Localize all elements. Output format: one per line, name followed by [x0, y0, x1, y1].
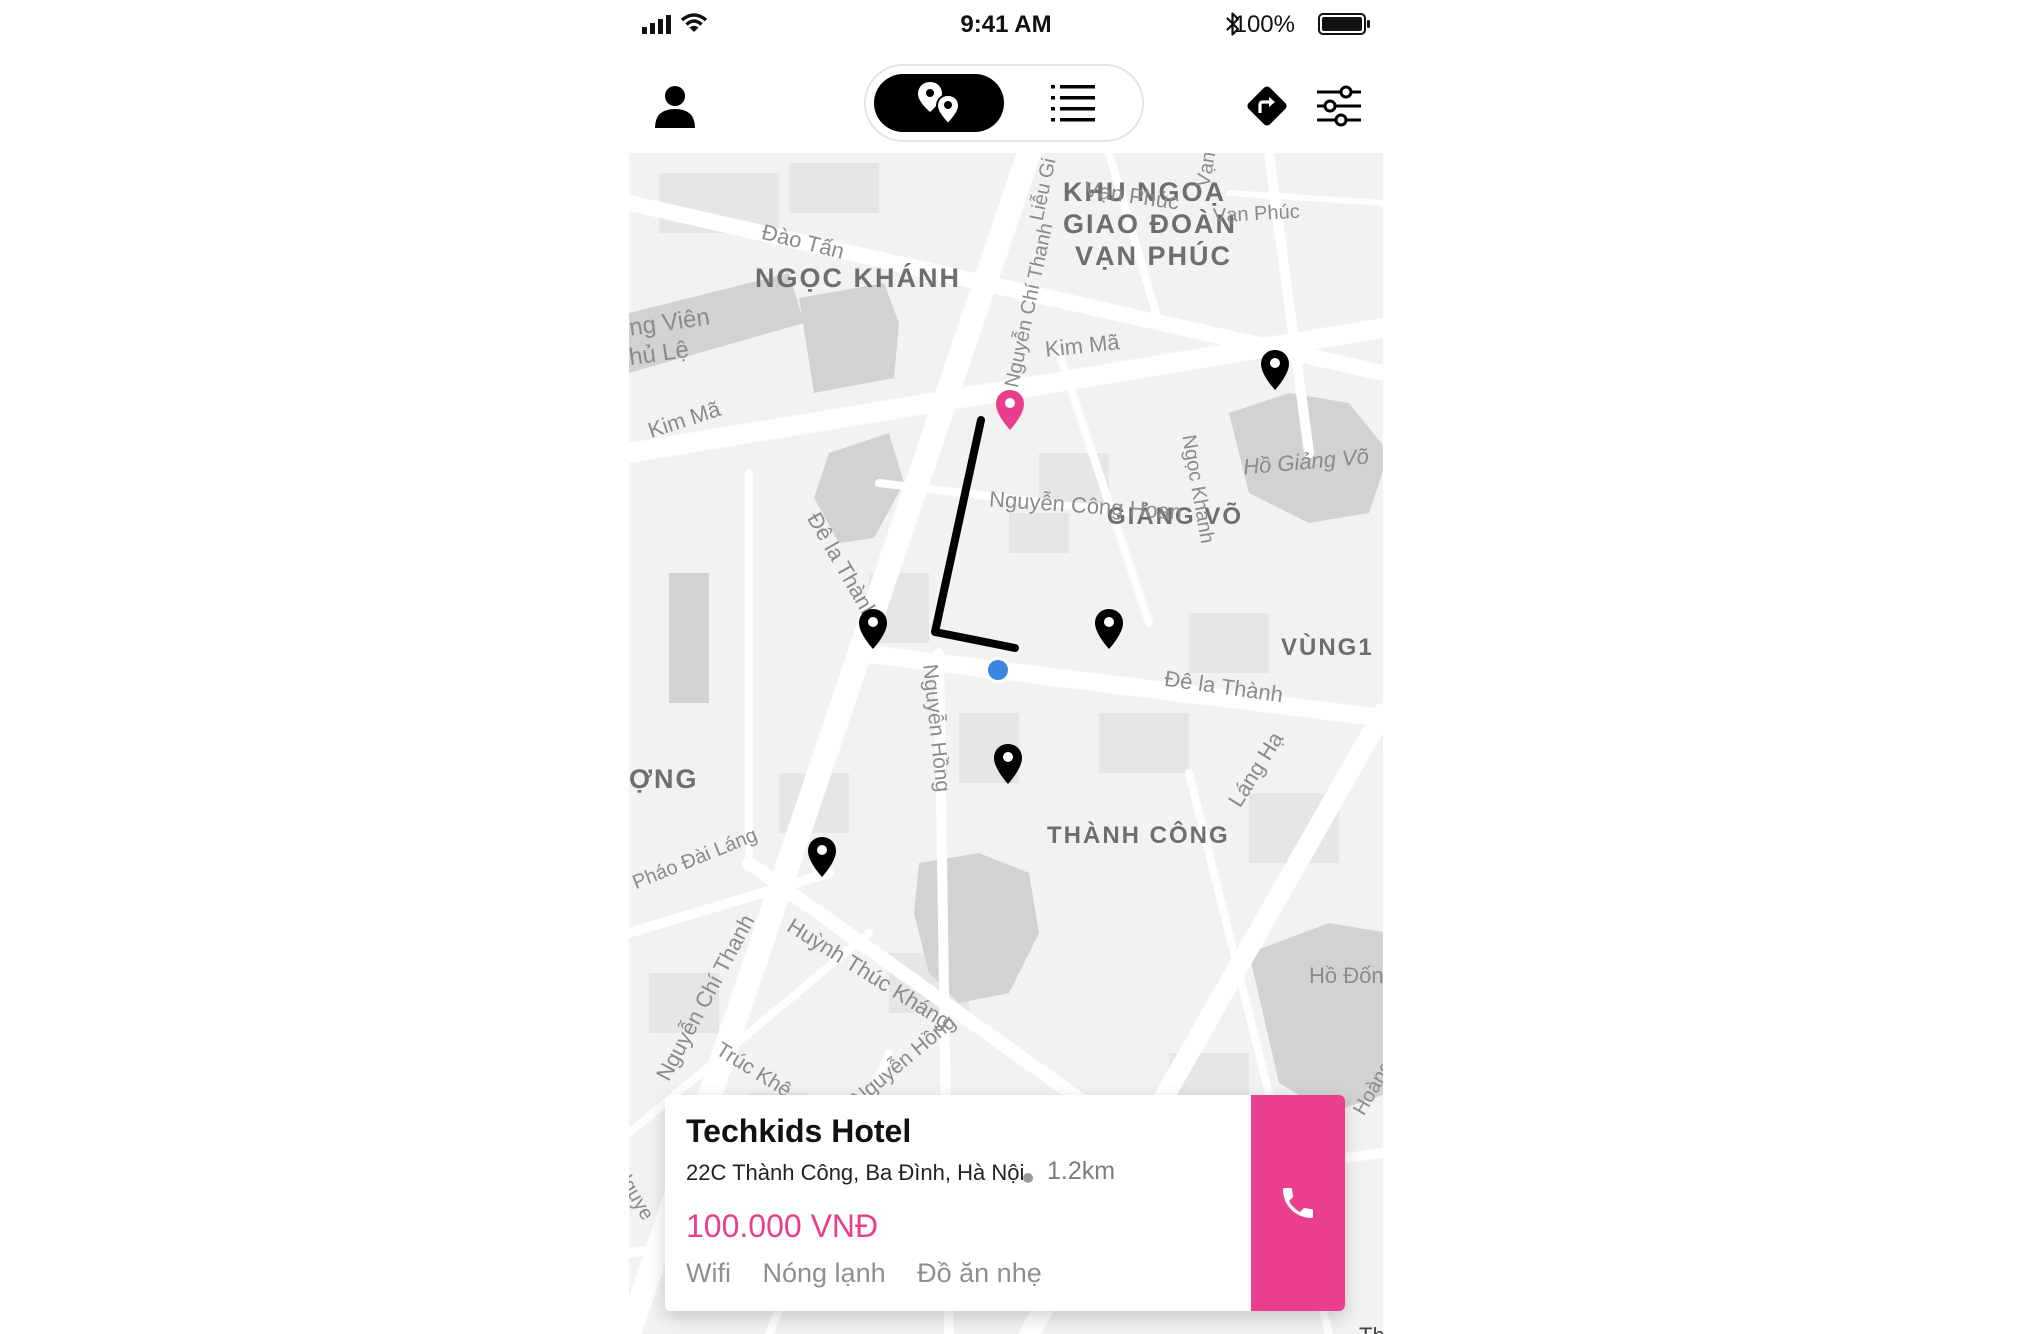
hotel-distance: 1.2km — [1047, 1157, 1116, 1185]
hotel-pin[interactable] — [1260, 349, 1290, 391]
person-icon — [655, 86, 695, 128]
amenity-item: Nóng lạnh — [762, 1258, 886, 1288]
hotel-name: Techkids Hotel — [686, 1113, 912, 1149]
phone-icon — [1283, 1188, 1313, 1218]
user-location-dot — [985, 657, 1011, 683]
directions-button[interactable] — [1241, 80, 1293, 132]
area-label: NGỌC KHÁNH — [755, 263, 961, 293]
top-navigation — [629, 52, 1383, 152]
area-label: VẠN PHÚC — [1075, 241, 1233, 271]
street-label: Vạn Phúc — [1212, 200, 1301, 228]
map-pins-icon — [918, 82, 961, 126]
hotel-card[interactable]: Techkids Hotel 22C Thành Công, Ba Đình, … — [665, 1095, 1345, 1311]
phone-screen: 9:41 AM 100% NGỌC KHÁNH KHU NGOẠ GIAO ĐO… — [629, 0, 1383, 1334]
hotel-pin[interactable] — [1094, 608, 1124, 650]
amenities-list: Wifi Nóng lạnh Đồ ăn nhẹ — [686, 1258, 1066, 1289]
list-view-tab[interactable] — [1008, 74, 1138, 132]
profile-button[interactable] — [641, 76, 709, 136]
street-label: Hồ Đống — [1309, 963, 1383, 988]
map-view-tab[interactable] — [874, 74, 1004, 132]
view-toggle — [864, 64, 1144, 142]
area-label: ỢNG — [629, 764, 699, 794]
directions-icon — [1247, 86, 1287, 126]
call-button[interactable] — [1251, 1095, 1345, 1311]
hotel-price: 100.000 VNĐ — [686, 1208, 879, 1244]
amenity-item: Đồ ăn nhẹ — [917, 1258, 1042, 1288]
hotel-pin[interactable] — [858, 608, 888, 650]
status-bar: 9:41 AM 100% — [629, 0, 1383, 48]
area-label: GIAO ĐOÀN — [1063, 209, 1238, 239]
list-icon — [1051, 85, 1095, 122]
area-label: VÙNG1 — [1281, 634, 1374, 661]
hotel-pin[interactable] — [993, 743, 1023, 785]
sliders-icon — [1317, 85, 1361, 127]
route-path — [931, 416, 1019, 652]
separator-dot — [1023, 1173, 1033, 1183]
hotel-pin[interactable] — [807, 836, 837, 878]
amenity-item: Wifi — [686, 1258, 731, 1288]
area-label: THÀNH CÔNG — [1047, 822, 1230, 849]
hotel-pin-selected[interactable] — [995, 389, 1025, 431]
battery-icon — [1318, 13, 1370, 35]
filter-button[interactable] — [1313, 80, 1365, 132]
street-label: Th — [1359, 1323, 1383, 1334]
battery-percent: 100% — [1233, 11, 1295, 38]
hotel-address: 22C Thành Công, Ba Đình, Hà Nội — [686, 1160, 1025, 1185]
